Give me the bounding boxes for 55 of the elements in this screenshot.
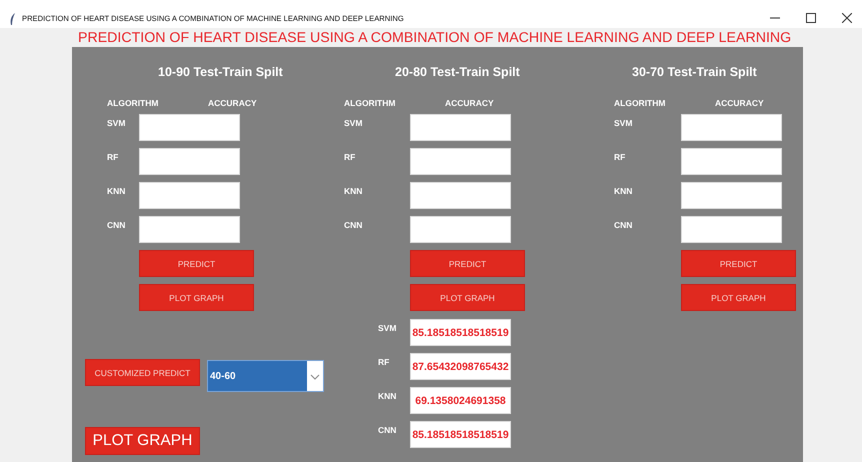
split-title: 10-90 Test-Train Spilt: [157, 64, 284, 81]
column-label: ALGORITHM: [107, 98, 160, 108]
accuracy-field[interactable]: [410, 182, 511, 209]
accuracy-value: 69.1358024691358: [410, 387, 511, 414]
accuracy-value: 85.18518518518519: [410, 319, 511, 346]
column-label: ACCURACY: [715, 98, 764, 108]
plot-graph-button[interactable]: PLOT GRAPH: [85, 427, 200, 455]
algorithm-label: RF: [377, 356, 390, 368]
accuracy-field[interactable]: [139, 114, 240, 141]
column-label: ACCURACY: [445, 98, 494, 108]
plot-graph-button[interactable]: PLOT GRAPH: [681, 284, 796, 311]
accuracy-field[interactable]: [410, 216, 511, 243]
split-title: 30-70 Test-Train Spilt: [631, 64, 758, 81]
accuracy-field[interactable]: [139, 148, 240, 175]
accuracy-field[interactable]: [681, 216, 782, 243]
split-title: 20-80 Test-Train Spilt: [394, 64, 521, 81]
algorithm-label: SVM: [107, 117, 126, 129]
accuracy-field[interactable]: [139, 216, 240, 243]
algorithm-label: CNN: [377, 424, 398, 436]
accuracy-field[interactable]: [410, 148, 511, 175]
algorithm-label: RF: [614, 151, 626, 163]
accuracy-field[interactable]: [139, 182, 240, 209]
algorithm-label: RF: [344, 151, 356, 163]
accuracy-value: 87.65432098765432: [410, 353, 511, 380]
app-heading: PREDICTION OF HEART DISEASE USING A COMBINATION OF MACHINE LEARNING AND DEEP LEARNING: [78, 30, 792, 46]
algorithm-label: KNN: [614, 185, 634, 197]
algorithm-label: KNN: [107, 185, 126, 197]
algorithm-label: RF: [107, 151, 120, 163]
predict-button[interactable]: PREDICT: [139, 250, 254, 277]
feather-icon: [10, 13, 16, 25]
algorithm-label: CNN: [107, 219, 126, 231]
plot-graph-button[interactable]: PLOT GRAPH: [410, 284, 525, 311]
accuracy-field[interactable]: [681, 148, 782, 175]
maximize-icon: [806, 13, 816, 23]
column-label: ACCURACY: [208, 98, 257, 108]
plot-graph-button[interactable]: PLOT GRAPH: [139, 284, 254, 311]
accuracy-field[interactable]: [410, 114, 511, 141]
column-label: ALGORITHM: [614, 98, 666, 108]
chevron-icon: [310, 374, 320, 380]
algorithm-label: KNN: [344, 185, 364, 197]
predict-button[interactable]: PREDICT: [681, 250, 796, 277]
accuracy-field[interactable]: [681, 114, 782, 141]
algorithm-label: SVM: [377, 322, 398, 334]
close-icon: [842, 13, 852, 23]
column-label: ALGORITHM: [344, 98, 396, 108]
algorithm-label: CNN: [614, 219, 634, 231]
accuracy-value: 85.18518518518519: [410, 421, 511, 448]
algorithm-label: CNN: [344, 219, 364, 231]
predict-button[interactable]: PREDICT: [410, 250, 525, 277]
algorithm-label: KNN: [377, 390, 398, 402]
algorithm-label: SVM: [344, 117, 364, 129]
customized-predict-button[interactable]: CUSTOMIZED PREDICT: [85, 359, 200, 386]
split-dropdown[interactable]: 40-60: [207, 360, 324, 392]
algorithm-label: SVM: [614, 117, 634, 129]
accuracy-field[interactable]: [681, 182, 782, 209]
